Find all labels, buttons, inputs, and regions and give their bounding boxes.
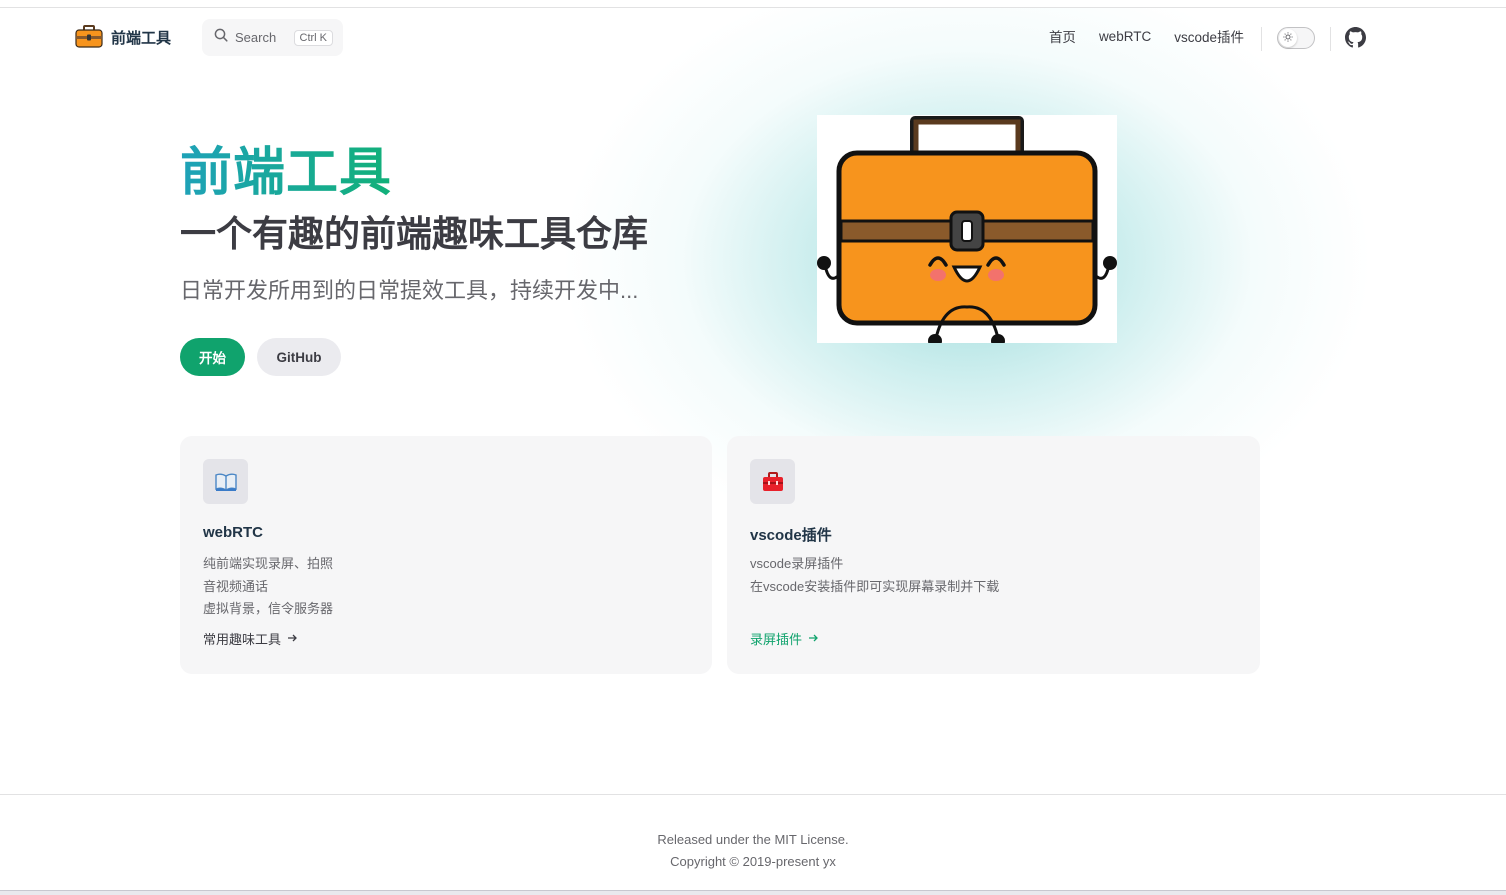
feature-title: vscode插件 <box>750 527 832 544</box>
nav-link-home[interactable]: 首页 <box>1049 26 1076 46</box>
feature-card-vscode-plugin[interactable]: vscode插件 vscode录屏插件 在vscode安装插件即可实现屏幕录制并… <box>727 436 1260 674</box>
footer-message: Released under the MIT License. <box>657 832 849 847</box>
feature-details: 纯前端实现录屏、拍照 音视频通话 虚拟背景，信令服务器 <box>203 553 333 621</box>
theme-toggle[interactable] <box>1277 27 1315 49</box>
theme-toggle-knob <box>1279 29 1297 47</box>
feature-link-text: 常用趣味工具 <box>203 632 282 647</box>
feature-title: webRTC <box>203 524 263 541</box>
nav-menu: 首页 webRTC vscode插件 <box>1049 26 1244 46</box>
arrow-right-icon <box>287 631 298 646</box>
nav-link-vscode-plugin[interactable]: vscode插件 <box>1174 26 1244 46</box>
footer: Released under the MIT License. Copyrigh… <box>0 794 1506 895</box>
site-logo-link[interactable]: 前端工具 <box>75 25 171 49</box>
feature-link-text: 录屏插件 <box>750 632 803 647</box>
site-title: 前端工具 <box>111 29 172 47</box>
feature-detail-line: 音视频通话 <box>203 578 269 594</box>
feature-detail-line: vscode录屏插件 <box>750 556 844 571</box>
feature-detail-line: 在vscode安装插件即可实现屏幕录制并下载 <box>750 578 1000 594</box>
hero-text: 一个有趣的前端趣味工具仓库 <box>180 213 649 254</box>
hero-tagline: 日常开发所用到的日常提效工具，持续开发中... <box>180 278 639 303</box>
window-bottom-edge <box>0 890 1506 895</box>
book-icon <box>203 459 248 504</box>
toolbox-icon <box>750 459 795 504</box>
nav-divider <box>1330 27 1331 51</box>
nav-link-webrtc[interactable]: webRTC <box>1099 29 1151 44</box>
search-shortcut-badge: Ctrl K <box>293 29 333 46</box>
feature-detail-line: 虚拟背景，信令服务器 <box>203 601 334 616</box>
feature-card-webrtc[interactable]: webRTC 纯前端实现录屏、拍照 音视频通话 虚拟背景，信令服务器 常用趣味工… <box>180 436 712 674</box>
arrow-right-icon <box>808 631 819 646</box>
feature-link[interactable]: 录屏插件 <box>750 629 819 648</box>
feature-link[interactable]: 常用趣味工具 <box>203 629 298 648</box>
github-button[interactable]: GitHub <box>257 338 341 376</box>
search-button[interactable]: Search Ctrl K <box>202 19 343 56</box>
nav-divider <box>1261 27 1262 51</box>
get-started-button[interactable]: 开始 <box>180 338 245 376</box>
search-icon <box>214 28 228 47</box>
navbar: 前端工具 Search Ctrl K 首页 webRTC vscode插件 <box>0 8 1506 68</box>
sun-icon <box>1283 29 1293 47</box>
toolbox-mascot-image <box>817 115 1117 343</box>
search-placeholder: Search <box>235 30 277 45</box>
hero-name: 前端工具 <box>180 140 392 206</box>
footer-copyright: Copyright © 2019-present yx <box>670 854 836 869</box>
window-top-edge <box>0 0 1506 8</box>
feature-detail-line: 纯前端实现录屏、拍照 <box>203 556 334 571</box>
feature-details: vscode录屏插件 在vscode安装插件即可实现屏幕录制并下载 <box>750 553 999 598</box>
toolbox-logo-icon <box>75 25 103 49</box>
github-icon[interactable] <box>1345 27 1366 48</box>
